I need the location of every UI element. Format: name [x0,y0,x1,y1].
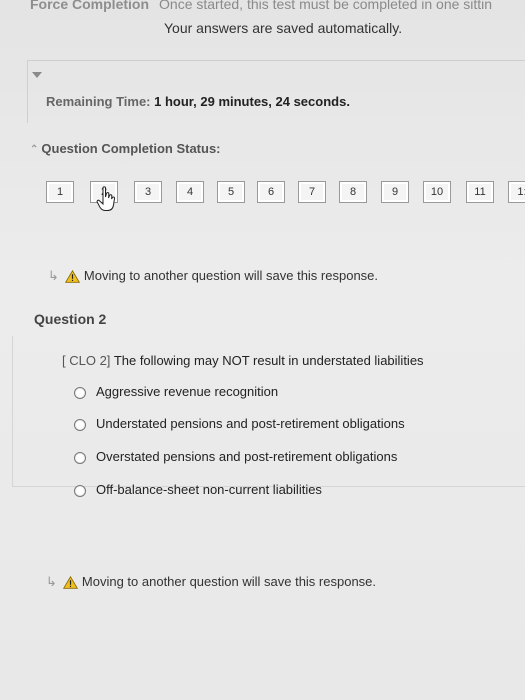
double-chevron-up-icon: ⌃ [30,144,39,155]
warning-icon [64,270,80,283]
save-warning-text: Moving to another question will save thi… [81,574,377,589]
answer-option-label[interactable]: Aggressive revenue recognition [96,384,278,399]
hand-cursor-icon [96,186,116,211]
remaining-time-label: Remaining Time: [46,94,151,109]
question-clo-tag: [ CLO 2] [62,353,111,368]
question-nav-6[interactable]: 6 [257,181,285,203]
question-nav-1[interactable]: 1 [46,181,74,203]
answer-option[interactable]: Overstated pensions and post-retirement … [74,449,397,464]
question-nav-10[interactable]: 10 [423,181,451,203]
answer-option-label[interactable]: Overstated pensions and post-retirement … [96,449,397,464]
question-nav-3[interactable]: 3 [134,181,162,203]
radio-button[interactable] [74,386,86,399]
question-nav-11[interactable]: 11 [466,181,494,203]
answer-option[interactable]: Off-balance-sheet non-current liabilitie… [74,482,322,497]
force-completion-text: Once started, this test must be complete… [159,0,493,12]
remaining-time-value: 1 hour, 29 minutes, 24 seconds. [154,94,350,109]
question-nav-7[interactable]: 7 [298,181,326,203]
collapse-timer-icon[interactable] [32,72,42,78]
timer-panel [27,60,525,123]
radio-button[interactable] [74,418,86,431]
question-nav-5[interactable]: 5 [217,181,245,203]
save-warning-top: ↳ Moving to another question will save th… [48,268,378,284]
radio-button[interactable] [74,484,86,497]
answer-option[interactable]: Aggressive revenue recognition [74,384,278,399]
save-warning-bottom: ↳ Moving to another question will save th… [46,574,376,590]
autosave-notice: Your answers are saved automatically. [164,20,403,36]
remaining-time: Remaining Time: 1 hour, 29 minutes, 24 s… [46,94,350,109]
question-completion-status-toggle[interactable]: ⌃ Question Completion Status: [30,141,221,156]
save-warning-text: Moving to another question will save thi… [83,268,379,283]
return-arrow-icon: ↳ [46,574,57,589]
question-nav-4[interactable]: 4 [176,181,204,203]
completion-status-title: Question Completion Status: [41,141,221,156]
return-arrow-icon: ↳ [48,268,59,283]
question-prompt: The following may NOT result in understa… [113,353,424,368]
question-nav-9[interactable]: 9 [381,181,409,203]
question-nav-12[interactable]: 1: [508,181,525,203]
answer-option-label[interactable]: Understated pensions and post-retirement… [96,416,405,431]
answer-option-label[interactable]: Off-balance-sheet non-current liabilitie… [96,482,322,497]
question-title: Question 2 [34,311,107,327]
force-completion-notice: Force Completion Once started, this test … [30,0,492,12]
question-text: [ CLO 2] The following may NOT result in… [62,353,424,368]
force-completion-label: Force Completion [30,0,150,12]
test-page: Force Completion Once started, this test … [0,0,525,700]
warning-icon [62,576,78,589]
answer-option[interactable]: Understated pensions and post-retirement… [74,416,405,431]
radio-button[interactable] [74,451,86,464]
question-nav-8[interactable]: 8 [339,181,367,203]
